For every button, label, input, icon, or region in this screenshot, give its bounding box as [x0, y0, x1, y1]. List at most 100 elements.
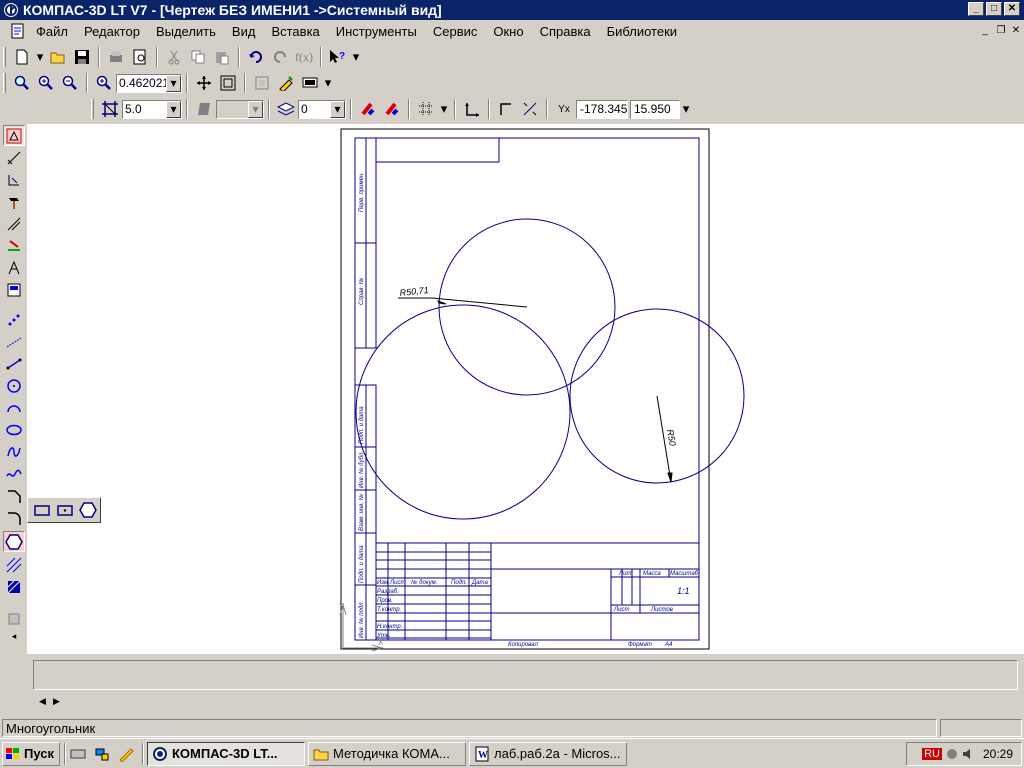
editing-panel-button[interactable]	[3, 191, 25, 212]
menu-tools[interactable]: Инструменты	[328, 24, 425, 39]
rectangle-button[interactable]	[31, 499, 52, 521]
zoom-window-button[interactable]	[11, 72, 33, 94]
fillet-button[interactable]	[3, 507, 25, 528]
menu-help[interactable]: Справка	[532, 24, 599, 39]
toolbar-grip[interactable]	[3, 47, 6, 67]
task-metodichka[interactable]: Методичка КОМА...	[308, 741, 466, 766]
chevron-down-icon[interactable]: ▾	[166, 74, 181, 92]
fill-button[interactable]	[3, 576, 25, 597]
dimensions-panel-button[interactable]	[3, 147, 25, 168]
clock[interactable]: 20:29	[983, 747, 1013, 761]
symbols-panel-button[interactable]	[3, 169, 25, 190]
selection-panel-button[interactable]	[3, 257, 25, 278]
menu-editor[interactable]: Редактор	[76, 24, 148, 39]
help-pointer-button[interactable]: ?	[327, 46, 349, 68]
menu-libraries[interactable]: Библиотеки	[599, 24, 685, 39]
spline-button[interactable]	[3, 441, 25, 462]
display-mode-button[interactable]	[299, 72, 321, 94]
zoom-in-button[interactable]	[35, 72, 57, 94]
zoom-scale-button[interactable]	[93, 72, 115, 94]
tray-app-icon[interactable]	[945, 747, 959, 761]
scroll-left-button[interactable]: ◀	[39, 696, 46, 707]
zoom-out-button[interactable]	[59, 72, 81, 94]
save-button[interactable]	[71, 46, 93, 68]
snap-button[interactable]	[357, 98, 379, 120]
quicklaunch-kompas[interactable]	[115, 743, 137, 765]
geometry-panel-button[interactable]	[3, 125, 25, 146]
polygon-flyout-button[interactable]	[78, 499, 99, 521]
volume-icon[interactable]	[961, 747, 975, 761]
close-button[interactable]: ✕	[1004, 2, 1020, 16]
start-button[interactable]: Пуск	[2, 741, 60, 766]
local-cs-button[interactable]	[461, 98, 483, 120]
measure-panel-button[interactable]	[3, 235, 25, 256]
step-combo[interactable]: 5.0 ▾	[122, 99, 182, 119]
quicklaunch-desktop[interactable]	[67, 743, 89, 765]
cut-button[interactable]	[163, 46, 185, 68]
show-all-button[interactable]	[217, 72, 239, 94]
parametrization-panel-button[interactable]	[3, 213, 25, 234]
ellipse-button[interactable]	[3, 419, 25, 440]
polyline-button[interactable]	[3, 463, 25, 484]
scroll-right-button[interactable]: ▶	[53, 696, 60, 707]
new-file-button[interactable]	[11, 46, 33, 68]
redo-button[interactable]	[269, 46, 291, 68]
polygon-button[interactable]	[3, 531, 25, 552]
new-dropdown[interactable]: ▾	[35, 46, 45, 68]
drawing-canvas[interactable]: Перв. примен. Справ. № Подп. и дата Инв.…	[27, 124, 1024, 654]
menu-file[interactable]: Файл	[28, 24, 76, 39]
menu-select[interactable]: Выделить	[148, 24, 224, 39]
language-indicator[interactable]: RU	[922, 748, 942, 760]
point-button[interactable]	[3, 309, 25, 330]
cursor-coords-button[interactable]	[519, 98, 541, 120]
spec-panel-button[interactable]	[3, 279, 25, 300]
doc-close-button[interactable]: ✕	[1009, 24, 1023, 37]
quicklaunch-network[interactable]	[91, 743, 113, 765]
arc-button[interactable]	[3, 397, 25, 418]
minimize-button[interactable]: _	[968, 2, 984, 16]
hatch-button[interactable]	[3, 554, 25, 575]
chevron-down-icon[interactable]: ▾	[330, 100, 345, 118]
scroll-toolbar-button[interactable]: ◂	[3, 630, 25, 642]
menu-view[interactable]: Вид	[224, 24, 264, 39]
properties-panel[interactable]	[33, 660, 1018, 690]
local-snap-button[interactable]	[381, 98, 403, 120]
document-icon[interactable]	[10, 23, 26, 39]
task-word[interactable]: W лаб.раб.2а - Micros...	[469, 741, 627, 766]
segment-button[interactable]	[3, 353, 25, 374]
help-dropdown[interactable]: ▾	[351, 46, 361, 68]
preview-button[interactable]	[129, 46, 151, 68]
cursor-step-button[interactable]	[99, 98, 121, 120]
grid-dropdown[interactable]: ▾	[439, 98, 449, 120]
y-coord-field[interactable]: 15.950	[630, 99, 680, 119]
print-button[interactable]	[105, 46, 127, 68]
style-button[interactable]	[193, 98, 215, 120]
toolbar-grip[interactable]	[91, 99, 94, 119]
display-dropdown[interactable]: ▾	[323, 72, 333, 94]
refresh-button[interactable]	[251, 72, 273, 94]
layers-button[interactable]	[275, 98, 297, 120]
coords-dropdown[interactable]: ▾	[681, 98, 691, 120]
doc-restore-button[interactable]: ❐	[994, 24, 1008, 37]
chevron-down-icon[interactable]: ▾	[166, 100, 181, 118]
menu-insert[interactable]: Вставка	[263, 24, 327, 39]
menu-window[interactable]: Окно	[485, 24, 531, 39]
geom-calc-button[interactable]	[275, 72, 297, 94]
x-coord-field[interactable]: -178.345	[576, 99, 628, 119]
layer-combo[interactable]: 0 ▾	[298, 99, 346, 119]
circle-button[interactable]	[3, 375, 25, 396]
open-button[interactable]	[47, 46, 69, 68]
grid-button[interactable]	[415, 98, 437, 120]
toolbar-grip[interactable]	[3, 73, 6, 93]
undo-button[interactable]	[245, 46, 267, 68]
doc-minimize-button[interactable]: _	[978, 24, 992, 37]
pan-button[interactable]	[193, 72, 215, 94]
task-kompas[interactable]: КОМПАС-3D LT...	[147, 741, 305, 766]
function-button[interactable]: f(x)	[293, 46, 315, 68]
paste-button[interactable]	[211, 46, 233, 68]
rectangle-center-button[interactable]	[54, 499, 75, 521]
drawing-svg[interactable]: Перв. примен. Справ. № Подп. и дата Инв.…	[27, 124, 1024, 654]
chamfer-button[interactable]	[3, 485, 25, 506]
maximize-button[interactable]: □	[986, 2, 1002, 16]
zoom-combo[interactable]: 0.462021 ▾	[116, 73, 182, 93]
